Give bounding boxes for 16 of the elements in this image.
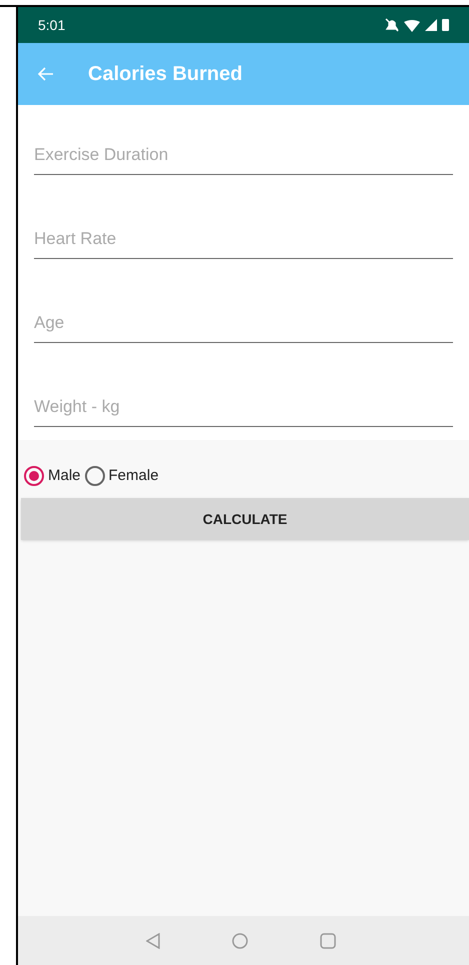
radio-option[interactable]: Male: [24, 464, 81, 488]
signal-icon: [425, 19, 437, 31]
screen-title: Calories Burned: [88, 62, 242, 87]
recents-icon[interactable]: [320, 932, 336, 948]
input-field[interactable]: Heart Rate: [34, 219, 453, 259]
input-field[interactable]: Weight - kg: [34, 387, 453, 427]
radio-option[interactable]: Female: [84, 464, 159, 488]
muted-bell-icon: [385, 18, 399, 32]
status-time: 5:01: [38, 16, 66, 34]
input-field[interactable]: Age: [34, 303, 453, 343]
input-field[interactable]: Exercise Duration: [34, 135, 453, 175]
wifi-icon: [404, 18, 420, 32]
calculate-button[interactable]: CALCULATE: [21, 498, 469, 540]
home-icon[interactable]: [232, 932, 248, 948]
battery-icon: [442, 19, 449, 31]
back-icon[interactable]: [146, 932, 160, 948]
